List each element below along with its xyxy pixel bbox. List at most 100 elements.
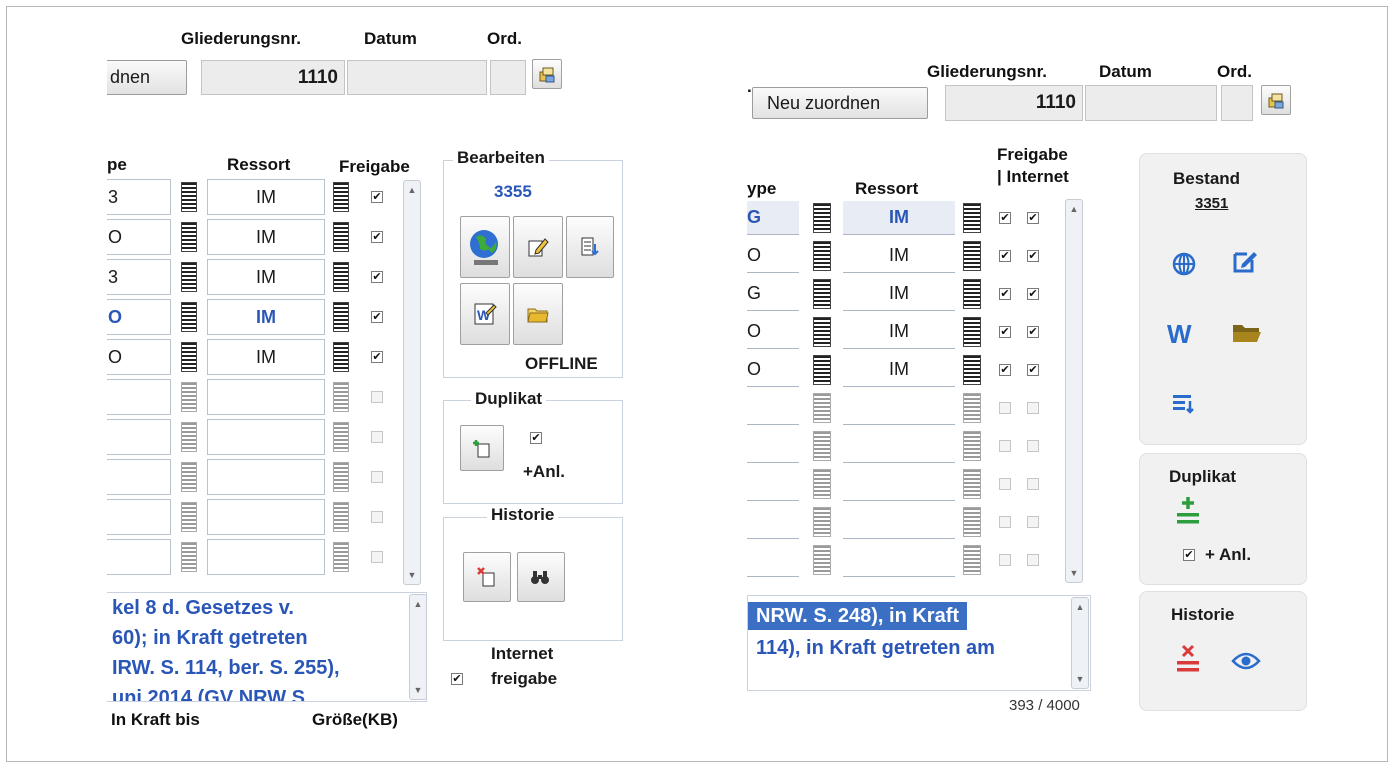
- lookup-handle-icon[interactable]: [963, 393, 981, 423]
- internet-checkbox[interactable]: ✔: [1027, 288, 1039, 300]
- lookup-handle-icon[interactable]: [813, 279, 831, 309]
- scroll-up-icon[interactable]: ▲: [406, 184, 418, 196]
- table-scrollbar[interactable]: ▲ ▼: [1065, 199, 1083, 583]
- neu-zuordnen-button[interactable]: Neu zuordnen: [752, 87, 928, 119]
- lookup-handle-icon[interactable]: [333, 222, 349, 252]
- table-scrollbar[interactable]: ▲ ▼: [403, 180, 421, 585]
- lookup-handle-icon[interactable]: [333, 302, 349, 332]
- bestand-count-link[interactable]: 3351: [1195, 195, 1228, 212]
- lookup-handle-icon[interactable]: [333, 502, 349, 532]
- ressort-cell[interactable]: IM: [843, 201, 955, 235]
- open-folder-button[interactable]: [1231, 321, 1263, 347]
- word-icon[interactable]: W: [1167, 319, 1192, 350]
- open-folder-button[interactable]: [513, 283, 563, 345]
- ressort-cell[interactable]: IM: [207, 299, 325, 335]
- note-scrollbar[interactable]: ▲ ▼: [1071, 597, 1089, 689]
- lookup-handle-icon[interactable]: [963, 203, 981, 233]
- ressort-cell[interactable]: IM: [207, 179, 325, 215]
- lookup-handle-icon[interactable]: [813, 431, 831, 461]
- freigabe-checkbox[interactable]: [999, 554, 1011, 566]
- view-history-button[interactable]: [1231, 651, 1263, 673]
- freigabe-checkbox[interactable]: ✔: [999, 212, 1011, 224]
- ressort-cell[interactable]: [207, 379, 325, 415]
- view-history-button[interactable]: [517, 552, 565, 602]
- typ-cell[interactable]: O: [747, 239, 799, 273]
- word-button[interactable]: W: [460, 283, 510, 345]
- typ-cell[interactable]: G: [747, 201, 799, 235]
- ressort-cell[interactable]: [843, 543, 955, 577]
- typ-cell[interactable]: 3: [107, 259, 171, 295]
- freigabe-checkbox[interactable]: [999, 478, 1011, 490]
- duplikat-anl-checkbox[interactable]: ✔: [530, 432, 542, 444]
- scroll-down-icon[interactable]: ▼: [412, 684, 424, 696]
- lookup-handle-icon[interactable]: [963, 469, 981, 499]
- freigabe-checkbox[interactable]: [371, 471, 383, 483]
- datum-field[interactable]: [1085, 85, 1217, 121]
- typ-cell[interactable]: O: [747, 353, 799, 387]
- lookup-handle-icon[interactable]: [813, 545, 831, 575]
- lookup-handle-icon[interactable]: [963, 431, 981, 461]
- edit-button[interactable]: [1231, 247, 1261, 277]
- lookup-handle-icon[interactable]: [181, 342, 197, 372]
- lookup-handle-icon[interactable]: [181, 462, 197, 492]
- lookup-handle-icon[interactable]: [813, 469, 831, 499]
- typ-cell[interactable]: [747, 543, 799, 577]
- delete-history-button[interactable]: [463, 552, 511, 602]
- freigabe-checkbox[interactable]: ✔: [999, 326, 1011, 338]
- ressort-cell[interactable]: [843, 391, 955, 425]
- ressort-cell[interactable]: [207, 459, 325, 495]
- gliederungsnr-field[interactable]: 1110: [201, 60, 345, 95]
- freigabe-checkbox[interactable]: ✔: [371, 271, 383, 283]
- freigabe-checkbox[interactable]: ✔: [999, 364, 1011, 376]
- typ-cell[interactable]: [107, 419, 171, 455]
- internet-checkbox[interactable]: [1027, 402, 1039, 414]
- freigabe-checkbox[interactable]: ✔: [999, 288, 1011, 300]
- scroll-up-icon[interactable]: ▲: [1068, 203, 1080, 215]
- typ-cell[interactable]: O: [747, 315, 799, 349]
- freigabe-checkbox[interactable]: ✔: [999, 250, 1011, 262]
- list-down-button[interactable]: [566, 216, 614, 278]
- internet-checkbox[interactable]: ✔: [1027, 326, 1039, 338]
- lookup-handle-icon[interactable]: [963, 317, 981, 347]
- lookup-handle-icon[interactable]: [181, 382, 197, 412]
- ressort-cell[interactable]: [207, 499, 325, 535]
- ressort-cell[interactable]: [207, 419, 325, 455]
- assign-button[interactable]: dnen: [107, 60, 187, 95]
- internet-checkbox[interactable]: [1027, 478, 1039, 490]
- typ-cell[interactable]: [107, 379, 171, 415]
- lookup-handle-icon[interactable]: [181, 182, 197, 212]
- freigabe-checkbox[interactable]: [371, 551, 383, 563]
- globe-button[interactable]: [1171, 251, 1199, 279]
- lookup-handle-icon[interactable]: [333, 182, 349, 212]
- typ-cell[interactable]: [747, 505, 799, 539]
- typ-cell[interactable]: 3: [107, 179, 171, 215]
- typ-cell[interactable]: [107, 459, 171, 495]
- lookup-handle-icon[interactable]: [813, 203, 831, 233]
- ressort-cell[interactable]: [843, 429, 955, 463]
- duplikat-anl-checkbox[interactable]: ✔: [1183, 549, 1195, 561]
- ressort-cell[interactable]: IM: [207, 259, 325, 295]
- assign-stack-button[interactable]: [1261, 85, 1291, 115]
- ressort-cell[interactable]: IM: [207, 339, 325, 375]
- duplicate-button[interactable]: [1175, 495, 1205, 527]
- datum-field[interactable]: [347, 60, 487, 95]
- lookup-handle-icon[interactable]: [181, 502, 197, 532]
- typ-cell[interactable]: G: [747, 277, 799, 311]
- list-down-button[interactable]: [1171, 391, 1197, 417]
- freigabe-checkbox[interactable]: ✔: [371, 191, 383, 203]
- scroll-down-icon[interactable]: ▼: [1074, 673, 1086, 685]
- ord-field[interactable]: [490, 60, 526, 95]
- note-scrollbar[interactable]: ▲ ▼: [409, 594, 427, 700]
- typ-cell[interactable]: O: [107, 339, 171, 375]
- internet-checkbox[interactable]: ✔: [1027, 250, 1039, 262]
- ressort-cell[interactable]: [843, 467, 955, 501]
- scroll-down-icon[interactable]: ▼: [1068, 567, 1080, 579]
- lookup-handle-icon[interactable]: [333, 542, 349, 572]
- lookup-handle-icon[interactable]: [963, 545, 981, 575]
- lookup-handle-icon[interactable]: [181, 262, 197, 292]
- lookup-handle-icon[interactable]: [813, 393, 831, 423]
- lookup-handle-icon[interactable]: [813, 355, 831, 385]
- freigabe-checkbox[interactable]: ✔: [371, 351, 383, 363]
- edit-button[interactable]: [513, 216, 563, 278]
- globe-button[interactable]: [460, 216, 510, 278]
